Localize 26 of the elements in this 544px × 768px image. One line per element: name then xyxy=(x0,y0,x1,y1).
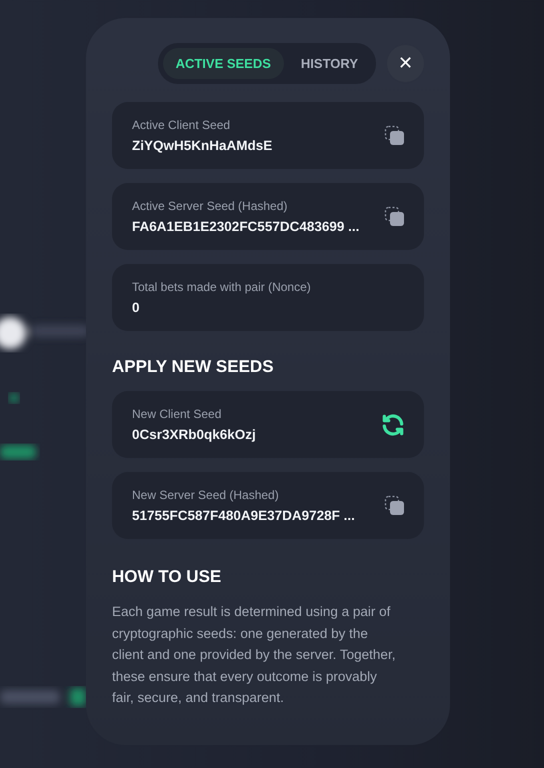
field-label: Active Server Seed (Hashed) xyxy=(132,199,288,213)
field-label: Total bets made with pair (Nonce) xyxy=(132,280,311,294)
field-value: 0 xyxy=(132,300,141,315)
section-heading: HOW TO USE xyxy=(112,567,222,587)
field-value: ZiYQwH5KnHaAMdsE xyxy=(132,138,272,153)
how-to-use-text: Each game result is determined using a pair of cryptographic seeds: one generated by the client and one provided by the server. Together, these ensure that every outcome is provably fair, secure, and transparent. xyxy=(112,603,396,707)
field-value: 0Csr3XRb0qk6kOzj xyxy=(132,427,256,442)
copy-icon xyxy=(384,494,406,516)
field-label: New Client Seed xyxy=(132,407,222,421)
field-value: FA6A1EB1E2302FC557DC483699 ... xyxy=(132,219,360,234)
field-value: 51755FC587F480A9E37DA9728F ... xyxy=(132,508,355,523)
tab[interactable]: HISTORY xyxy=(288,48,371,79)
refresh-button[interactable] xyxy=(380,412,406,438)
tab[interactable]: ACTIVE SEEDS xyxy=(162,48,284,79)
refresh-icon xyxy=(380,412,406,438)
copy-button[interactable] xyxy=(384,124,406,146)
close-button[interactable]: ✕ xyxy=(387,45,424,82)
copy-icon xyxy=(384,124,406,146)
blurred-dot xyxy=(9,393,19,403)
field-label: Active Client Seed xyxy=(132,118,232,132)
field-label: New Server Seed (Hashed) xyxy=(132,488,280,502)
blurred-tag xyxy=(0,445,36,459)
copy-button[interactable] xyxy=(384,494,406,516)
copy-button[interactable] xyxy=(384,206,406,228)
copy-icon xyxy=(384,206,406,228)
section-heading: APPLY NEW SEEDS xyxy=(112,357,275,377)
